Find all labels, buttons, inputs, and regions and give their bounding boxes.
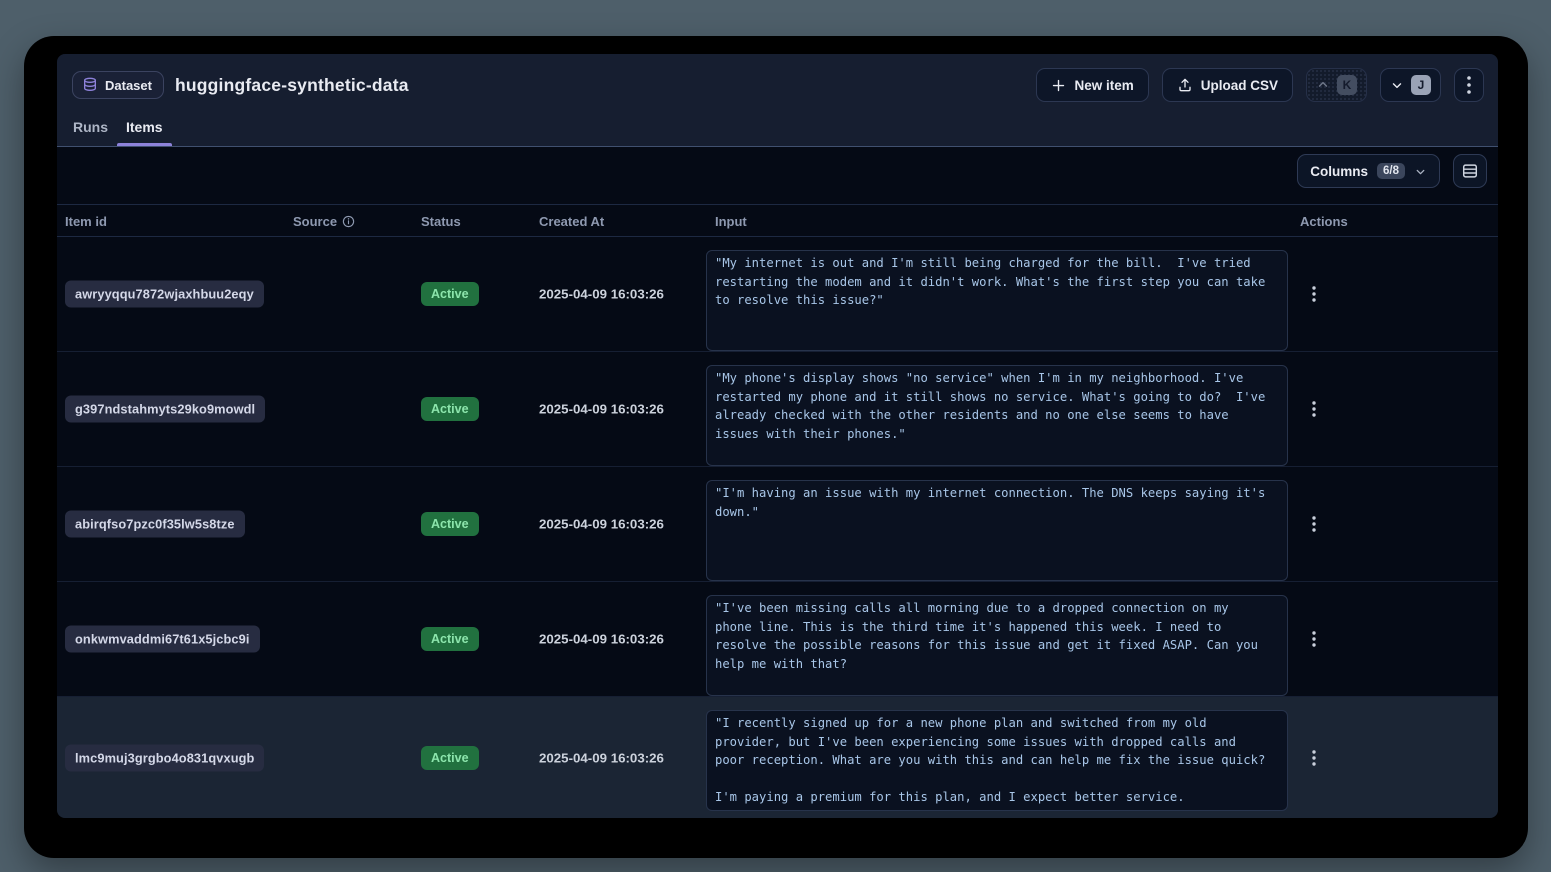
chevron-down-icon xyxy=(1414,165,1427,178)
kebab-icon xyxy=(1312,286,1316,302)
status-badge: Active xyxy=(421,627,479,651)
new-item-button[interactable]: New item xyxy=(1036,68,1148,102)
column-header-item-id: Item id xyxy=(65,205,107,238)
app-window: Dataset huggingface-synthetic-data New i… xyxy=(24,36,1528,858)
column-header-status: Status xyxy=(421,205,461,238)
tab-bar: Runs Items xyxy=(64,119,172,146)
table-toolbar: Columns 6/8 xyxy=(1297,154,1487,188)
title-row: Dataset huggingface-synthetic-data New i… xyxy=(72,67,1484,103)
tab-items[interactable]: Items xyxy=(117,119,172,146)
table-row[interactable]: abirqfso7pzc0f35lw5s8tze Active 2025-04-… xyxy=(57,467,1498,582)
created-at-value: 2025-04-09 16:03:26 xyxy=(539,402,664,417)
column-header-input: Input xyxy=(715,205,747,238)
overflow-menu-button[interactable] xyxy=(1454,68,1484,102)
next-item-button[interactable]: J xyxy=(1380,68,1441,102)
prev-item-button[interactable]: K xyxy=(1306,68,1367,102)
status-badge: Active xyxy=(421,512,479,536)
status-badge: Active xyxy=(421,746,479,770)
item-id-pill[interactable]: abirqfso7pzc0f35lw5s8tze xyxy=(65,511,245,538)
kebab-icon xyxy=(1312,631,1316,647)
item-id-pill[interactable]: awryyqqu7872wjaxhbuu2eqy xyxy=(65,281,264,308)
upload-csv-button[interactable]: Upload CSV xyxy=(1162,68,1293,102)
upload-icon xyxy=(1177,77,1193,93)
plus-icon xyxy=(1051,78,1066,93)
dataset-type-badge: Dataset xyxy=(72,71,164,99)
row-actions-button[interactable] xyxy=(1301,396,1327,422)
table-row[interactable]: g397ndstahmyts29ko9mowdl Active 2025-04-… xyxy=(57,352,1498,467)
row-actions-button[interactable] xyxy=(1301,626,1327,652)
header-actions: New item Upload CSV K xyxy=(1036,68,1484,102)
upload-csv-label: Upload CSV xyxy=(1201,78,1278,93)
dataset-badge-label: Dataset xyxy=(105,78,152,93)
columns-count-badge: 6/8 xyxy=(1377,163,1405,179)
table-header-row: Item id Source Status Created At Input A… xyxy=(57,204,1498,237)
column-header-created-at: Created At xyxy=(539,205,604,238)
item-id-pill[interactable]: g397ndstahmyts29ko9mowdl xyxy=(65,396,265,423)
table-row[interactable]: lmc9muj3grgbo4o831qvxugb Active 2025-04-… xyxy=(57,697,1498,818)
input-cell[interactable]: "My phone's display shows "no service" w… xyxy=(706,365,1288,466)
source-header-label: Source xyxy=(293,214,337,229)
column-header-actions: Actions xyxy=(1300,205,1348,238)
created-at-value: 2025-04-09 16:03:26 xyxy=(539,750,664,765)
row-actions-button[interactable] xyxy=(1301,281,1327,307)
new-item-label: New item xyxy=(1074,78,1133,93)
card-header: Dataset huggingface-synthetic-data New i… xyxy=(57,54,1498,147)
row-height-button[interactable] xyxy=(1453,154,1487,188)
columns-dropdown-button[interactable]: Columns 6/8 xyxy=(1297,154,1440,188)
shortcut-key-k: K xyxy=(1337,75,1357,95)
input-cell[interactable]: "I've been missing calls all morning due… xyxy=(706,595,1288,696)
created-at-value: 2025-04-09 16:03:26 xyxy=(539,632,664,647)
status-badge: Active xyxy=(421,282,479,306)
item-id-pill[interactable]: lmc9muj3grgbo4o831qvxugb xyxy=(65,744,264,771)
chevron-down-icon xyxy=(1390,78,1404,92)
table-row[interactable]: awryyqqu7872wjaxhbuu2eqy Active 2025-04-… xyxy=(57,237,1498,352)
tab-runs[interactable]: Runs xyxy=(64,119,117,146)
rows-icon xyxy=(1461,162,1479,180)
shortcut-key-j: J xyxy=(1411,75,1431,95)
column-header-source: Source xyxy=(293,205,355,238)
page-title: huggingface-synthetic-data xyxy=(175,75,409,96)
table-body: awryyqqu7872wjaxhbuu2eqy Active 2025-04-… xyxy=(57,237,1498,817)
table-row[interactable]: onkwmvaddmi67t61x5jcbc9i Active 2025-04-… xyxy=(57,582,1498,697)
input-cell[interactable]: "My internet is out and I'm still being … xyxy=(706,250,1288,351)
row-actions-button[interactable] xyxy=(1301,511,1327,537)
input-cell[interactable]: "I'm having an issue with my internet co… xyxy=(706,480,1288,581)
created-at-value: 2025-04-09 16:03:26 xyxy=(539,287,664,302)
info-icon[interactable] xyxy=(342,215,355,228)
input-cell[interactable]: "I recently signed up for a new phone pl… xyxy=(706,710,1288,811)
kebab-icon xyxy=(1312,750,1316,766)
table-area: Columns 6/8 Item id Source xyxy=(57,147,1498,817)
created-at-value: 2025-04-09 16:03:26 xyxy=(539,517,664,532)
kebab-icon xyxy=(1312,401,1316,417)
row-actions-button[interactable] xyxy=(1301,745,1327,771)
item-id-pill[interactable]: onkwmvaddmi67t61x5jcbc9i xyxy=(65,626,260,653)
database-icon xyxy=(82,77,98,93)
dataset-card: Dataset huggingface-synthetic-data New i… xyxy=(57,54,1498,818)
kebab-icon xyxy=(1312,516,1316,532)
chevron-up-icon xyxy=(1316,78,1330,92)
status-badge: Active xyxy=(421,397,479,421)
kebab-icon xyxy=(1467,76,1471,94)
columns-label: Columns xyxy=(1310,164,1368,179)
